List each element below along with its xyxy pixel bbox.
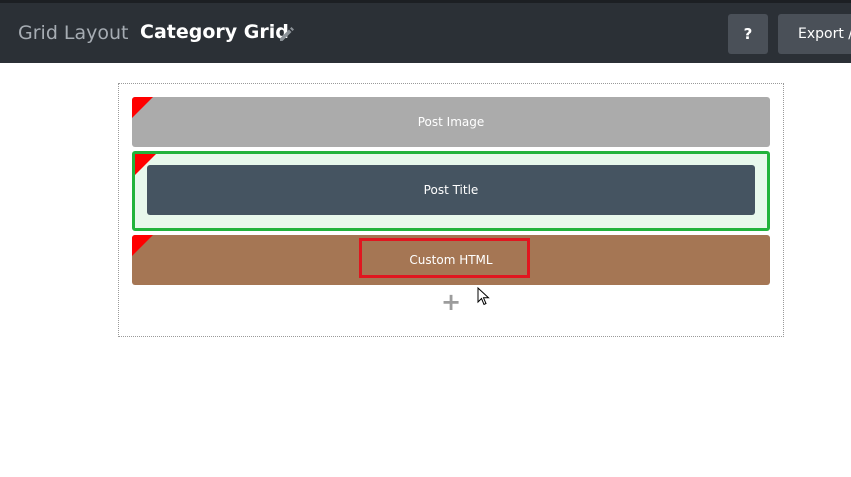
grid-canvas: Post Image Post Title Custom HTML + xyxy=(118,83,784,337)
block-label: Post Image xyxy=(417,115,485,129)
app-title: Grid Layout xyxy=(18,22,129,44)
post-title-block-selected[interactable]: Post Title xyxy=(132,151,770,231)
custom-html-block[interactable]: Custom HTML xyxy=(132,235,770,285)
page-title: Category Grid xyxy=(140,21,289,43)
block-label: Post Title xyxy=(423,183,479,197)
export-button[interactable]: Export / xyxy=(778,14,851,54)
pencil-icon[interactable] xyxy=(278,25,296,43)
post-title-block[interactable]: Post Title xyxy=(147,165,755,215)
top-bar: Grid Layout Category Grid ? Export / xyxy=(0,0,851,63)
block-label: Custom HTML xyxy=(409,253,493,267)
post-image-block[interactable]: Post Image xyxy=(132,97,770,147)
mouse-cursor-icon xyxy=(477,287,490,306)
help-button[interactable]: ? xyxy=(728,14,768,54)
add-block-button[interactable]: + xyxy=(441,290,461,314)
